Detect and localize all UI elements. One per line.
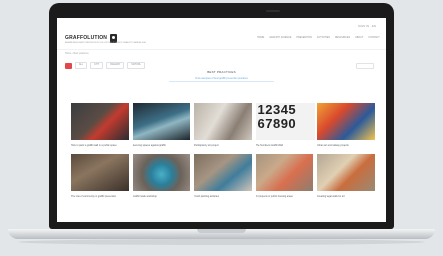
practice-card[interactable]: Graffiti mask workshop xyxy=(132,154,191,198)
laptop-notch xyxy=(197,229,246,233)
card-caption[interactable]: Urban art and railway projects xyxy=(317,144,375,147)
background: SIGN IN · EN GRAFFOLUTION AWARENESS AND … xyxy=(0,0,443,256)
nav-item-prevention[interactable]: PREVENTION xyxy=(296,36,312,39)
practice-card[interactable]: Creating legal walls for art xyxy=(317,154,375,198)
card-caption[interactable]: The Numbers Graffiti Wall xyxy=(256,144,314,147)
practice-card[interactable]: How to paint a graffiti wall in a public… xyxy=(71,103,129,147)
card-image[interactable] xyxy=(194,154,252,191)
search-input[interactable] xyxy=(356,63,374,69)
card-caption[interactable]: Graffiti mask workshop xyxy=(133,195,191,198)
title-underline xyxy=(169,81,274,82)
card-caption[interactable]: The role of community in graffiti preven… xyxy=(71,195,129,198)
card-image[interactable] xyxy=(317,154,375,191)
practice-card[interactable]: The role of community in graffiti preven… xyxy=(71,154,129,198)
nav-item-about[interactable]: ABOUT xyxy=(355,36,363,39)
header-divider xyxy=(57,49,386,50)
card-caption[interactable]: How to paint a graffiti wall in a public… xyxy=(71,144,129,147)
nav-item-activities[interactable]: ACTIVITIES xyxy=(317,36,330,39)
practice-card[interactable]: Youth painting activities xyxy=(194,154,252,198)
main-nav: HOME GRAFFITI SCIENCE PREVENTION ACTIVIT… xyxy=(257,36,380,39)
card-caption[interactable]: Securing spaces against graffiti xyxy=(133,144,191,147)
card-image[interactable] xyxy=(317,103,375,140)
practice-card[interactable]: Urban art and railway projects xyxy=(317,103,375,147)
logo-tagline: AWARENESS AND PREVENTION SOLUTIONS AGAIN… xyxy=(65,42,146,44)
nav-item-graffiti-science[interactable]: GRAFFITI SCIENCE xyxy=(269,36,291,39)
site-header: GRAFFOLUTION AWARENESS AND PREVENTION SO… xyxy=(57,28,386,50)
site-logo[interactable]: GRAFFOLUTION xyxy=(65,35,107,41)
filter-button-railway[interactable]: RAILWAY xyxy=(106,62,125,69)
card-caption[interactable]: Participatory art project xyxy=(194,144,252,147)
card-image[interactable] xyxy=(255,154,313,191)
grid-view-button[interactable] xyxy=(65,62,72,69)
filter-toolbar: ALL CITY RAILWAY SCHOOL xyxy=(65,62,145,69)
card-image[interactable] xyxy=(132,154,190,191)
nav-item-home[interactable]: HOME xyxy=(257,36,264,39)
card-image[interactable] xyxy=(71,154,129,191)
nav-item-resources[interactable]: RESOURCES xyxy=(335,36,350,39)
card-caption[interactable]: Creating legal walls for art xyxy=(317,195,375,198)
card-caption[interactable]: Youth painting activities xyxy=(194,195,252,198)
filter-button-all[interactable]: ALL xyxy=(75,62,88,69)
nav-item-contact[interactable]: CONTACT xyxy=(368,36,379,39)
page-subtitle: Find examples of best graffiti preventio… xyxy=(195,77,248,80)
card-image[interactable] xyxy=(132,103,190,140)
card-image[interactable] xyxy=(71,103,129,140)
laptop-screen: SIGN IN · EN GRAFFOLUTION AWARENESS AND … xyxy=(57,18,386,222)
top-bar: SIGN IN · EN xyxy=(57,18,386,28)
card-caption[interactable]: Art projects in public housing areas xyxy=(256,195,314,198)
filter-button-school[interactable]: SCHOOL xyxy=(127,62,145,69)
card-image[interactable] xyxy=(194,103,252,140)
practice-card[interactable]: 12345 67890 The Numbers Graffiti Wall xyxy=(255,103,315,147)
practice-card[interactable]: Participatory art project xyxy=(194,103,252,147)
best-practices-grid: How to paint a graffiti wall in a public… xyxy=(71,103,378,198)
practice-card[interactable]: Art projects in public housing areas xyxy=(255,154,314,198)
filter-button-city[interactable]: CITY xyxy=(90,62,104,69)
card-image-numbers[interactable]: 12345 67890 xyxy=(255,103,315,140)
breadcrumb[interactable]: Home › Best practices xyxy=(65,52,89,55)
laptop-shadow xyxy=(18,239,425,245)
camera-icon xyxy=(266,10,280,12)
page-title: BEST PRACTICES xyxy=(207,70,236,74)
practice-card[interactable]: Securing spaces against graffiti xyxy=(132,103,191,147)
